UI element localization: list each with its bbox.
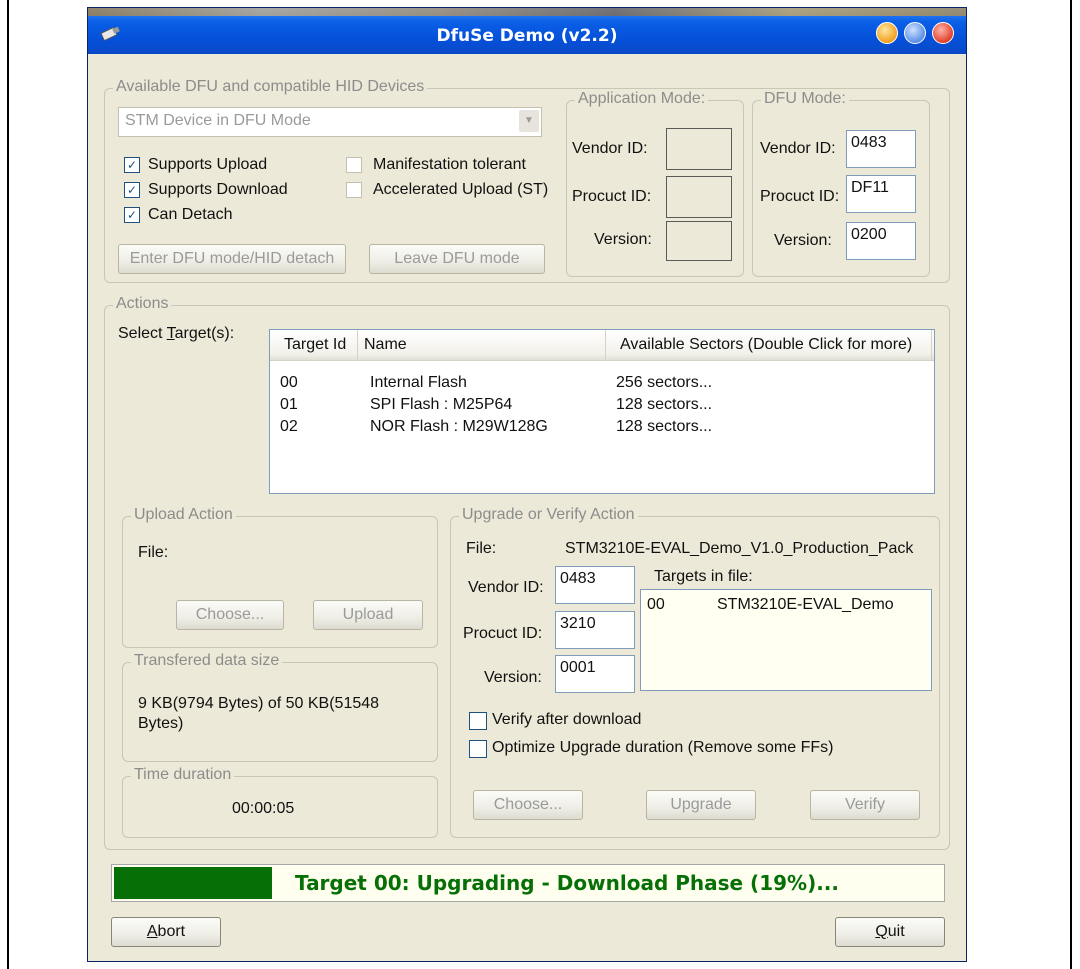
device-select[interactable]: STM Device in DFU Mode ▼ bbox=[118, 107, 542, 137]
targets-in-file-label: Targets in file: bbox=[654, 568, 753, 585]
dfu-mode-legend: DFU Mode: bbox=[761, 90, 849, 108]
upgrade-file-value: STM3210E-EVAL_Demo_V1.0_Production_Pack bbox=[565, 540, 914, 557]
dfu-vendor-id-label: Vendor ID: bbox=[760, 140, 836, 157]
upload-button[interactable]: Upload bbox=[313, 600, 423, 630]
quit-button[interactable]: Quit bbox=[835, 917, 945, 947]
upgrade-file-label: File: bbox=[466, 540, 497, 557]
window-title: DfuSe Demo (v2.2) bbox=[436, 26, 618, 46]
row-target-sectors: 256 sectors... bbox=[616, 374, 713, 391]
upload-action-legend: Upload Action bbox=[131, 506, 236, 524]
abort-button[interactable]: Abort bbox=[111, 917, 221, 947]
supports-upload-checkbox[interactable]: ✓ bbox=[124, 157, 140, 173]
devices-legend: Available DFU and compatible HID Devices bbox=[113, 78, 428, 96]
row-target-name: SPI Flash : M25P64 bbox=[370, 396, 513, 413]
accelerated-upload-label: Accelerated Upload (ST) bbox=[373, 181, 549, 198]
dfu-version-label: Version: bbox=[774, 232, 832, 249]
frame-right-border bbox=[1070, 0, 1072, 969]
targets-list[interactable]: Target Id Name Available Sectors (Double… bbox=[269, 329, 935, 494]
app-product-id-field bbox=[666, 176, 732, 218]
dfuse-window: DfuSe Demo (v2.2) Available DFU and comp… bbox=[87, 7, 967, 962]
can-detach-label: Can Detach bbox=[148, 206, 233, 223]
column-target-id[interactable]: Target Id bbox=[270, 330, 358, 360]
app-vendor-id-field bbox=[666, 128, 732, 170]
supports-upload-label: Supports Upload bbox=[148, 156, 268, 173]
upgrade-choose-button[interactable]: Choose... bbox=[473, 790, 583, 820]
column-sectors[interactable]: Available Sectors (Double Click for more… bbox=[606, 330, 932, 360]
chevron-down-icon[interactable]: ▼ bbox=[519, 110, 539, 132]
file-target-id: 00 bbox=[647, 596, 665, 613]
leave-dfu-button[interactable]: Leave DFU mode bbox=[369, 244, 545, 274]
row-target-name: Internal Flash bbox=[370, 374, 467, 391]
verify-button[interactable]: Verify bbox=[810, 790, 920, 820]
minimize-button[interactable] bbox=[876, 22, 898, 44]
app-version-label: Version: bbox=[594, 231, 652, 248]
upgrade-product-id-label: Procuct ID: bbox=[463, 625, 543, 642]
background-strip bbox=[88, 8, 966, 16]
frame-left-border bbox=[7, 0, 9, 969]
upgrade-button[interactable]: Upgrade bbox=[646, 790, 756, 820]
targets-list-header: Target Id Name Available Sectors (Double… bbox=[270, 330, 934, 361]
accelerated-upload-checkbox[interactable] bbox=[346, 182, 362, 198]
upgrade-product-id-field: 3210 bbox=[555, 611, 635, 649]
dfu-vendor-id-field: 0483 bbox=[846, 130, 916, 168]
manifestation-tolerant-label: Manifestation tolerant bbox=[373, 156, 526, 173]
row-target-sectors: 128 sectors... bbox=[616, 418, 713, 435]
dfu-product-id-label: Procuct ID: bbox=[760, 188, 840, 205]
can-detach-checkbox[interactable]: ✓ bbox=[124, 207, 140, 223]
file-target-name: STM3210E-EVAL_Demo bbox=[717, 596, 894, 613]
upgrade-version-field: 0001 bbox=[555, 655, 635, 693]
close-button[interactable] bbox=[932, 22, 954, 44]
app-version-field bbox=[666, 221, 732, 261]
time-duration-legend: Time duration bbox=[131, 766, 235, 784]
application-mode-legend: Application Mode: bbox=[575, 90, 709, 108]
upload-choose-button[interactable]: Choose... bbox=[176, 600, 284, 630]
supports-download-checkbox[interactable]: ✓ bbox=[124, 182, 140, 198]
app-product-id-label: Procuct ID: bbox=[572, 188, 652, 205]
transfer-size-legend: Transfered data size bbox=[131, 652, 283, 670]
row-target-id: 02 bbox=[280, 418, 298, 435]
progress-fill bbox=[114, 867, 273, 899]
manifestation-tolerant-checkbox[interactable] bbox=[346, 157, 362, 173]
time-duration-value: 00:00:05 bbox=[232, 800, 295, 817]
title-bar[interactable]: DfuSe Demo (v2.2) bbox=[88, 8, 966, 54]
enter-dfu-button[interactable]: Enter DFU mode/HID detach bbox=[118, 244, 346, 274]
row-target-sectors: 128 sectors... bbox=[616, 396, 713, 413]
optimize-upgrade-label: Optimize Upgrade duration (Remove some F… bbox=[492, 739, 834, 756]
verify-after-download-label: Verify after download bbox=[492, 711, 642, 728]
row-target-name: NOR Flash : M29W128G bbox=[370, 418, 548, 435]
column-name[interactable]: Name bbox=[358, 330, 606, 360]
app-vendor-id-label: Vendor ID: bbox=[572, 140, 648, 157]
optimize-upgrade-checkbox[interactable] bbox=[469, 740, 487, 758]
actions-legend: Actions bbox=[113, 295, 172, 313]
device-select-value: STM Device in DFU Mode bbox=[125, 112, 311, 129]
verify-after-download-checkbox[interactable] bbox=[469, 712, 487, 730]
upgrade-vendor-id-label: Vendor ID: bbox=[468, 579, 544, 596]
row-target-id: 00 bbox=[280, 374, 298, 391]
supports-download-label: Supports Download bbox=[148, 181, 288, 198]
targets-in-file-list[interactable]: 00 STM3210E-EVAL_Demo bbox=[640, 589, 932, 691]
progress-status-text: Target 00: Upgrading - Download Phase (1… bbox=[295, 871, 840, 895]
upload-file-label: File: bbox=[138, 544, 169, 561]
upgrade-version-label: Version: bbox=[484, 669, 542, 686]
row-target-id: 01 bbox=[280, 396, 298, 413]
transfer-size-text: 9 KB(9794 Bytes) of 50 KB(51548 Bytes) bbox=[138, 695, 380, 732]
select-target-label: Select Target(s): bbox=[118, 325, 235, 342]
upgrade-progress-bar: Target 00: Upgrading - Download Phase (1… bbox=[111, 864, 945, 902]
upgrade-vendor-id-field: 0483 bbox=[555, 566, 635, 604]
dfu-product-id-field: DF11 bbox=[846, 175, 916, 213]
maximize-button[interactable] bbox=[904, 22, 926, 44]
upgrade-verify-legend: Upgrade or Verify Action bbox=[459, 506, 638, 524]
dfu-version-field: 0200 bbox=[846, 222, 916, 260]
